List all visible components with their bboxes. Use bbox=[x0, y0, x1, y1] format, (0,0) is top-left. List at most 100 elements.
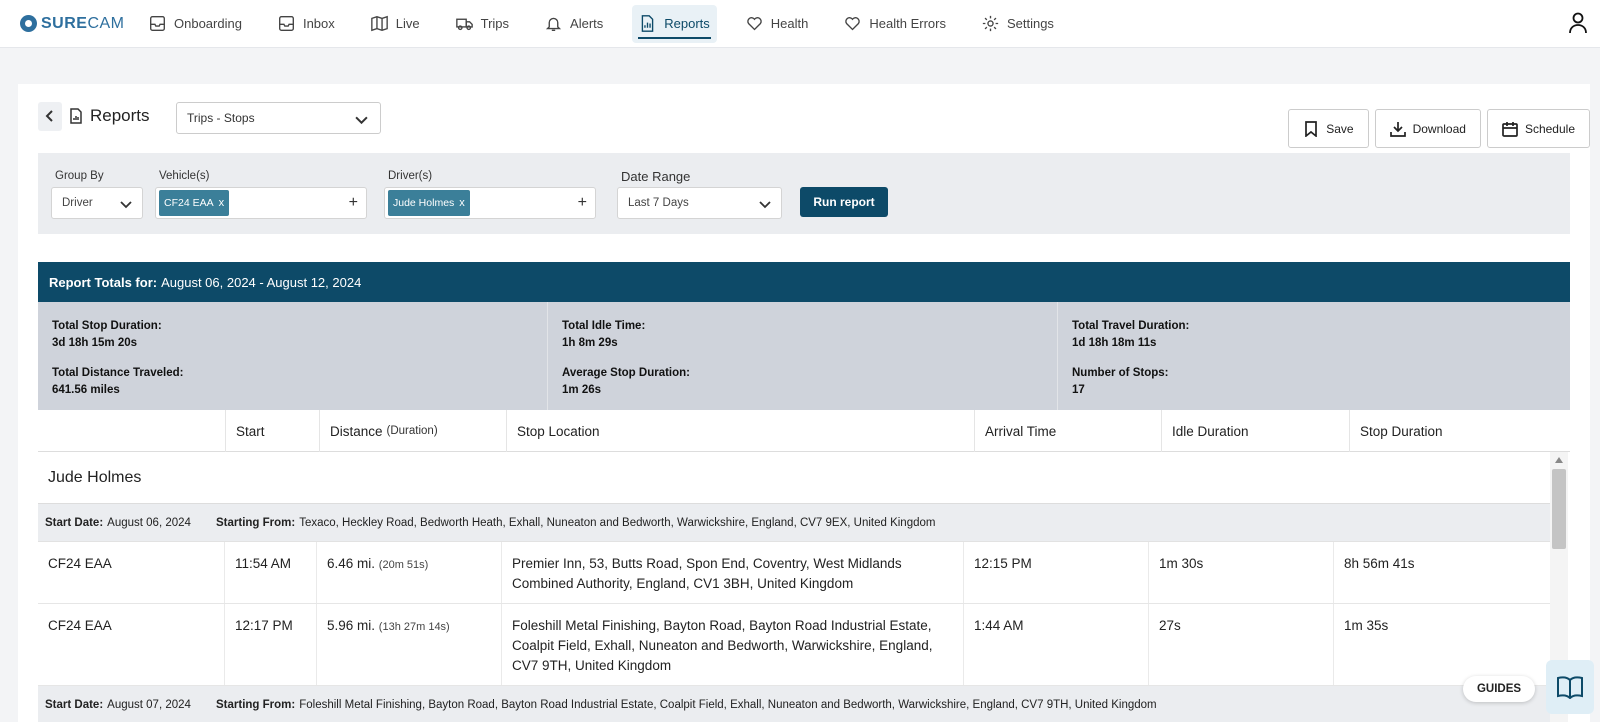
calendar-icon bbox=[1502, 121, 1518, 137]
nav-settings[interactable]: Settings bbox=[975, 5, 1061, 43]
guides-button[interactable]: GUIDES bbox=[1463, 676, 1535, 702]
column-header-idle-duration[interactable]: Idle Duration bbox=[1161, 410, 1349, 452]
page-header: Reports bbox=[38, 100, 150, 132]
number-of-stops: Number of Stops: 17 bbox=[1072, 365, 1554, 399]
report-icon bbox=[641, 15, 654, 32]
save-label: Save bbox=[1326, 121, 1354, 136]
average-stop-value: 1m 26s bbox=[562, 384, 602, 396]
vehicles-input[interactable]: CF24 EAA x + bbox=[155, 187, 367, 219]
remove-vehicle-chip-button[interactable]: x bbox=[219, 197, 225, 209]
stop-location-cell: Foleshill Metal Finishing, Bayton Road, … bbox=[501, 604, 963, 685]
chevron-left-icon bbox=[45, 110, 53, 122]
nav-reports[interactable]: Reports bbox=[632, 4, 717, 43]
group-row: Jude Holmes bbox=[38, 452, 1550, 504]
nav-health-errors[interactable]: Health Errors bbox=[837, 5, 953, 43]
add-vehicle-button[interactable]: + bbox=[349, 194, 358, 212]
group-driver-name: Jude Holmes bbox=[48, 468, 142, 486]
totals-column: Total Idle Time: 1h 8m 29s Average Stop … bbox=[548, 302, 1058, 410]
chevron-down-icon bbox=[355, 116, 368, 125]
start-date-label: Start Date: bbox=[45, 698, 104, 711]
report-type-select[interactable]: Trips - Stops bbox=[176, 102, 381, 134]
duration-value: (13h 27m 14s) bbox=[378, 621, 450, 633]
totals-heading-label: Report Totals for: bbox=[49, 274, 158, 290]
vehicle-cell: CF24 EAA bbox=[48, 618, 112, 633]
column-header-label: Stop Location bbox=[517, 423, 600, 439]
report-type-value: Trips - Stops bbox=[187, 111, 255, 125]
back-button[interactable] bbox=[38, 101, 62, 131]
total-idle-label: Total Idle Time: bbox=[562, 320, 646, 332]
user-menu-icon[interactable] bbox=[1568, 12, 1588, 34]
vehicles-label: Vehicle(s) bbox=[159, 170, 210, 182]
column-header-distance[interactable]: Distance (Duration) bbox=[319, 410, 506, 452]
starting-from-value: Foleshill Metal Finishing, Bayton Road, … bbox=[299, 698, 1157, 711]
column-header-label: Distance bbox=[330, 423, 383, 439]
column-header-arrival-time[interactable]: Arrival Time bbox=[974, 410, 1161, 452]
report-icon bbox=[69, 108, 83, 124]
run-report-button[interactable]: Run report bbox=[800, 187, 888, 217]
total-travel-value: 1d 18h 18m 11s bbox=[1072, 337, 1157, 349]
nav-label: Onboarding bbox=[174, 16, 242, 31]
table-row[interactable]: CF24 EAA 12:17 PM 5.96 mi. (13h 27m 14s)… bbox=[38, 604, 1550, 686]
total-idle-time: Total Idle Time: 1h 8m 29s bbox=[562, 318, 1043, 352]
vehicle-cell: CF24 EAA bbox=[48, 556, 112, 571]
column-header-stop-duration[interactable]: Stop Duration bbox=[1349, 410, 1570, 452]
surecam-logo[interactable]: SURECAM bbox=[20, 15, 142, 33]
nav-label: Health bbox=[770, 16, 809, 31]
remove-driver-chip-button[interactable]: x bbox=[459, 197, 465, 209]
start-date-label: Start Date: bbox=[45, 516, 104, 529]
total-idle-value: 1h 8m 29s bbox=[562, 337, 618, 349]
nav-label: Settings bbox=[1006, 16, 1054, 31]
report-totals: Total Stop Duration: 3d 18h 15m 20s Tota… bbox=[38, 302, 1570, 410]
truck-icon bbox=[455, 18, 473, 31]
table-row[interactable]: CF24 EAA 11:54 AM 6.46 mi. (20m 51s) Pre… bbox=[38, 542, 1550, 604]
nav-alerts[interactable]: Alerts bbox=[538, 5, 610, 43]
download-label: Download bbox=[1412, 121, 1466, 136]
totals-column: Total Travel Duration: 1d 18h 18m 11s Nu… bbox=[1058, 302, 1568, 410]
nav-inbox[interactable]: Inbox bbox=[271, 5, 342, 43]
total-stop-duration: Total Stop Duration: 3d 18h 15m 20s bbox=[52, 318, 533, 352]
column-header-sublabel: (Duration) bbox=[386, 425, 438, 437]
total-distance-value: 641.56 miles bbox=[52, 384, 120, 396]
drivers-input[interactable]: Jude Holmes x + bbox=[384, 187, 596, 219]
arrival-time-cell: 1:44 AM bbox=[963, 604, 1148, 685]
nav-label: Health Errors bbox=[869, 16, 946, 31]
vehicle-chip: CF24 EAA x bbox=[159, 190, 230, 216]
gear-icon bbox=[982, 15, 999, 32]
duration-value: (20m 51s) bbox=[378, 559, 429, 571]
nav-trips[interactable]: Trips bbox=[449, 5, 516, 43]
stop-location-cell: Premier Inn, 53, Butts Road, Spon End, C… bbox=[501, 542, 963, 603]
nav-onboarding[interactable]: Onboarding bbox=[142, 5, 249, 43]
nav-live[interactable]: Live bbox=[364, 5, 427, 43]
guides-book-button[interactable] bbox=[1546, 660, 1594, 714]
number-of-stops-value: 17 bbox=[1072, 384, 1085, 396]
column-header-label: Idle Duration bbox=[1172, 423, 1249, 439]
column-header-stop-location[interactable]: Stop Location bbox=[506, 410, 974, 452]
save-button[interactable]: Save bbox=[1288, 109, 1369, 148]
map-icon bbox=[370, 15, 388, 32]
date-range-select[interactable]: Last 7 Days bbox=[617, 187, 782, 219]
total-travel-label: Total Travel Duration: bbox=[1072, 320, 1190, 332]
scrollbar-thumb[interactable] bbox=[1552, 469, 1566, 549]
nav-label: Inbox bbox=[302, 16, 335, 31]
total-stop-duration-value: 3d 18h 15m 20s bbox=[52, 337, 138, 349]
nav-health[interactable]: Health bbox=[739, 5, 816, 43]
column-header-label: Start bbox=[236, 423, 265, 439]
distance-value: 6.46 mi. bbox=[327, 556, 376, 571]
group-by-label: Group By bbox=[55, 170, 104, 182]
schedule-button[interactable]: Schedule bbox=[1486, 109, 1590, 148]
start-date-value: August 07, 2024 bbox=[107, 698, 191, 711]
schedule-label: Schedule bbox=[1524, 121, 1575, 136]
column-header-start[interactable]: Start bbox=[225, 410, 319, 452]
group-by-select[interactable]: Driver bbox=[51, 187, 143, 219]
idle-duration-cell: 1m 30s bbox=[1148, 542, 1333, 603]
distance-cell: 6.46 mi. (20m 51s) bbox=[316, 542, 501, 603]
logo-icon bbox=[20, 15, 37, 32]
number-of-stops-label: Number of Stops: bbox=[1072, 367, 1169, 379]
scroll-up-icon[interactable] bbox=[1555, 457, 1563, 463]
driver-chip-label: Jude Holmes bbox=[393, 197, 455, 209]
book-icon bbox=[1557, 676, 1583, 699]
table-body: Jude Holmes Start Date: August 06, 2024 S… bbox=[38, 452, 1550, 722]
download-button[interactable]: Download bbox=[1374, 109, 1481, 148]
inbox-icon bbox=[150, 16, 165, 31]
add-driver-button[interactable]: + bbox=[578, 194, 587, 212]
